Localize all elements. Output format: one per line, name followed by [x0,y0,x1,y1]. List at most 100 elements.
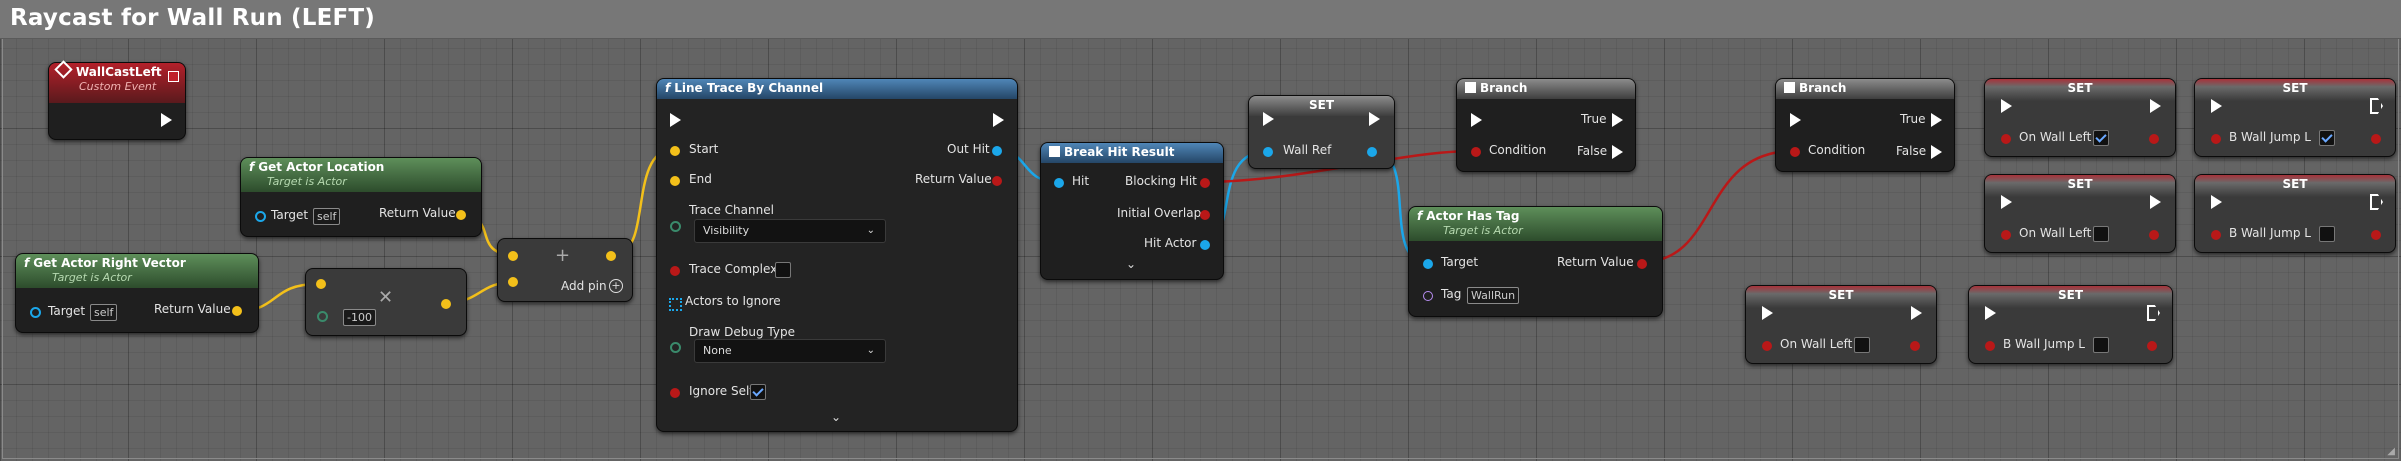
target-value-field[interactable]: self [90,304,118,321]
false-exec-pin[interactable] [1931,145,1942,159]
value-out-pin[interactable] [2149,230,2159,240]
true-exec-pin[interactable] [1931,113,1942,127]
trace-complex-checkbox[interactable] [775,262,791,278]
value-in-pin[interactable] [1762,341,1772,351]
exec-out-pin[interactable] [2150,99,2161,113]
input-a-pin[interactable] [316,279,326,289]
return-value-pin[interactable] [232,306,242,316]
end-pin[interactable] [670,176,680,186]
set-wall-ref-node[interactable]: SET Wall Ref [1248,95,1395,169]
exec-in-pin[interactable] [2211,195,2222,209]
value-in-pin[interactable] [2001,230,2011,240]
value-checkbox[interactable] [2093,130,2109,146]
ignore-self-pin[interactable] [670,388,680,398]
resize-grip-icon[interactable]: ◢ [2387,446,2395,457]
draw-debug-dropdown[interactable]: None ⌄ [694,339,886,363]
multiply-node[interactable]: ✕ -100 [305,268,467,336]
value-in-pin[interactable] [2001,134,2011,144]
blueprint-graph-canvas[interactable]: Raycast for Wall Run (LEFT) WallCastLeft… [0,0,2401,461]
trace-complex-pin[interactable] [670,266,680,276]
get-actor-location-node[interactable]: f Get Actor Location Target is Actor Targ… [240,157,482,237]
value-checkbox[interactable] [1854,337,1870,353]
value-in-pin[interactable] [2211,230,2221,240]
condition-pin[interactable] [1471,147,1481,157]
value-in-pin[interactable] [2211,134,2221,144]
expand-chevron-icon[interactable]: ⌄ [831,410,841,424]
exec-in-pin[interactable] [1790,113,1801,127]
tag-value-field[interactable]: WallRun [1467,287,1520,304]
add-pin-label[interactable]: Add pin [561,279,607,293]
ignore-self-checkbox[interactable] [750,384,766,400]
input-b-pin[interactable] [508,277,518,287]
exec-in-pin[interactable] [2211,99,2222,113]
value-checkbox[interactable] [2319,226,2335,242]
add-pin-icon[interactable]: + [609,279,623,293]
result-pin[interactable] [441,299,451,309]
array-pin-icon[interactable] [669,298,682,311]
get-actor-right-vector-node[interactable]: f Get Actor Right Vector Target is Actor … [15,253,259,333]
trace-channel-pin[interactable] [670,221,681,232]
out-hit-pin[interactable] [992,146,1002,156]
start-pin[interactable] [670,146,680,156]
value-out-pin[interactable] [2371,134,2381,144]
value-out-pin[interactable] [2147,341,2157,351]
true-exec-pin[interactable] [1612,113,1623,127]
tag-pin[interactable] [1423,291,1433,301]
set-b-wall-jump-l-node-3[interactable]: SET B Wall Jump L [1968,285,2173,364]
trace-channel-dropdown[interactable]: Visibility ⌄ [694,219,886,243]
exec-out-pin[interactable] [161,113,172,127]
break-hit-result-node[interactable]: Break Hit Result Hit Blocking Hit Initia… [1040,142,1224,280]
value-checkbox[interactable] [2093,337,2109,353]
branch-node-1[interactable]: Branch True Condition False [1456,78,1636,172]
set-b-wall-jump-l-node-2[interactable]: SET B Wall Jump L [2194,174,2396,253]
exec-in-pin[interactable] [1762,306,1773,320]
exec-out-pin[interactable] [1369,112,1380,126]
expand-chevron-icon[interactable]: ⌄ [1126,257,1136,271]
add-node[interactable]: + Add pin + [497,238,633,302]
exec-out-pin[interactable] [993,113,1004,127]
value-checkbox[interactable] [2093,226,2109,242]
set-b-wall-jump-l-node-1[interactable]: SET B Wall Jump L [2194,78,2396,157]
multiplier-value-field[interactable]: -100 [343,309,376,326]
target-pin[interactable] [255,211,266,222]
hit-actor-pin[interactable] [1200,240,1210,250]
actor-has-tag-node[interactable]: f Actor Has Tag Target is Actor Target Re… [1408,206,1663,317]
initial-overlap-pin[interactable] [1200,210,1210,220]
target-pin[interactable] [30,307,41,318]
exec-in-pin[interactable] [1471,113,1482,127]
value-out-pin[interactable] [2371,230,2381,240]
value-out-pin[interactable] [2149,134,2159,144]
result-pin[interactable] [606,251,616,261]
exec-in-pin[interactable] [1985,306,1996,320]
condition-pin[interactable] [1790,147,1800,157]
wall-ref-in-pin[interactable] [1263,147,1273,157]
return-value-pin[interactable] [456,210,466,220]
value-checkbox[interactable] [2319,130,2335,146]
exec-in-pin[interactable] [2001,195,2012,209]
return-value-pin[interactable] [992,176,1002,186]
target-value-field[interactable]: self [313,208,341,225]
set-on-wall-left-node-2[interactable]: SET On Wall Left [1984,174,2176,253]
exec-in-pin[interactable] [1263,112,1274,126]
value-out-pin[interactable] [1910,341,1920,351]
draw-debug-pin[interactable] [670,342,681,353]
delegate-pin-icon[interactable] [168,71,179,82]
wall-ref-out-pin[interactable] [1367,147,1377,157]
exec-out-pin[interactable] [1911,306,1922,320]
false-exec-pin[interactable] [1612,145,1623,159]
branch-node-2[interactable]: Branch True Condition False [1775,78,1955,172]
set-on-wall-left-node-3[interactable]: SET On Wall Left [1745,285,1937,364]
custom-event-node[interactable]: WallCastLeft Custom Event [48,60,186,140]
set-on-wall-left-node-1[interactable]: SET On Wall Left [1984,78,2176,157]
return-value-pin[interactable] [1637,259,1647,269]
input-b-pin[interactable] [317,311,328,322]
blocking-hit-pin[interactable] [1200,178,1210,188]
hit-pin[interactable] [1054,178,1064,188]
input-a-pin[interactable] [508,251,518,261]
exec-in-pin[interactable] [670,113,681,127]
exec-out-pin[interactable] [2150,195,2161,209]
target-pin[interactable] [1423,259,1433,269]
line-trace-by-channel-node[interactable]: f Line Trace By Channel Start Out Hit End… [656,78,1018,432]
exec-in-pin[interactable] [2001,99,2012,113]
value-in-pin[interactable] [1985,341,1995,351]
